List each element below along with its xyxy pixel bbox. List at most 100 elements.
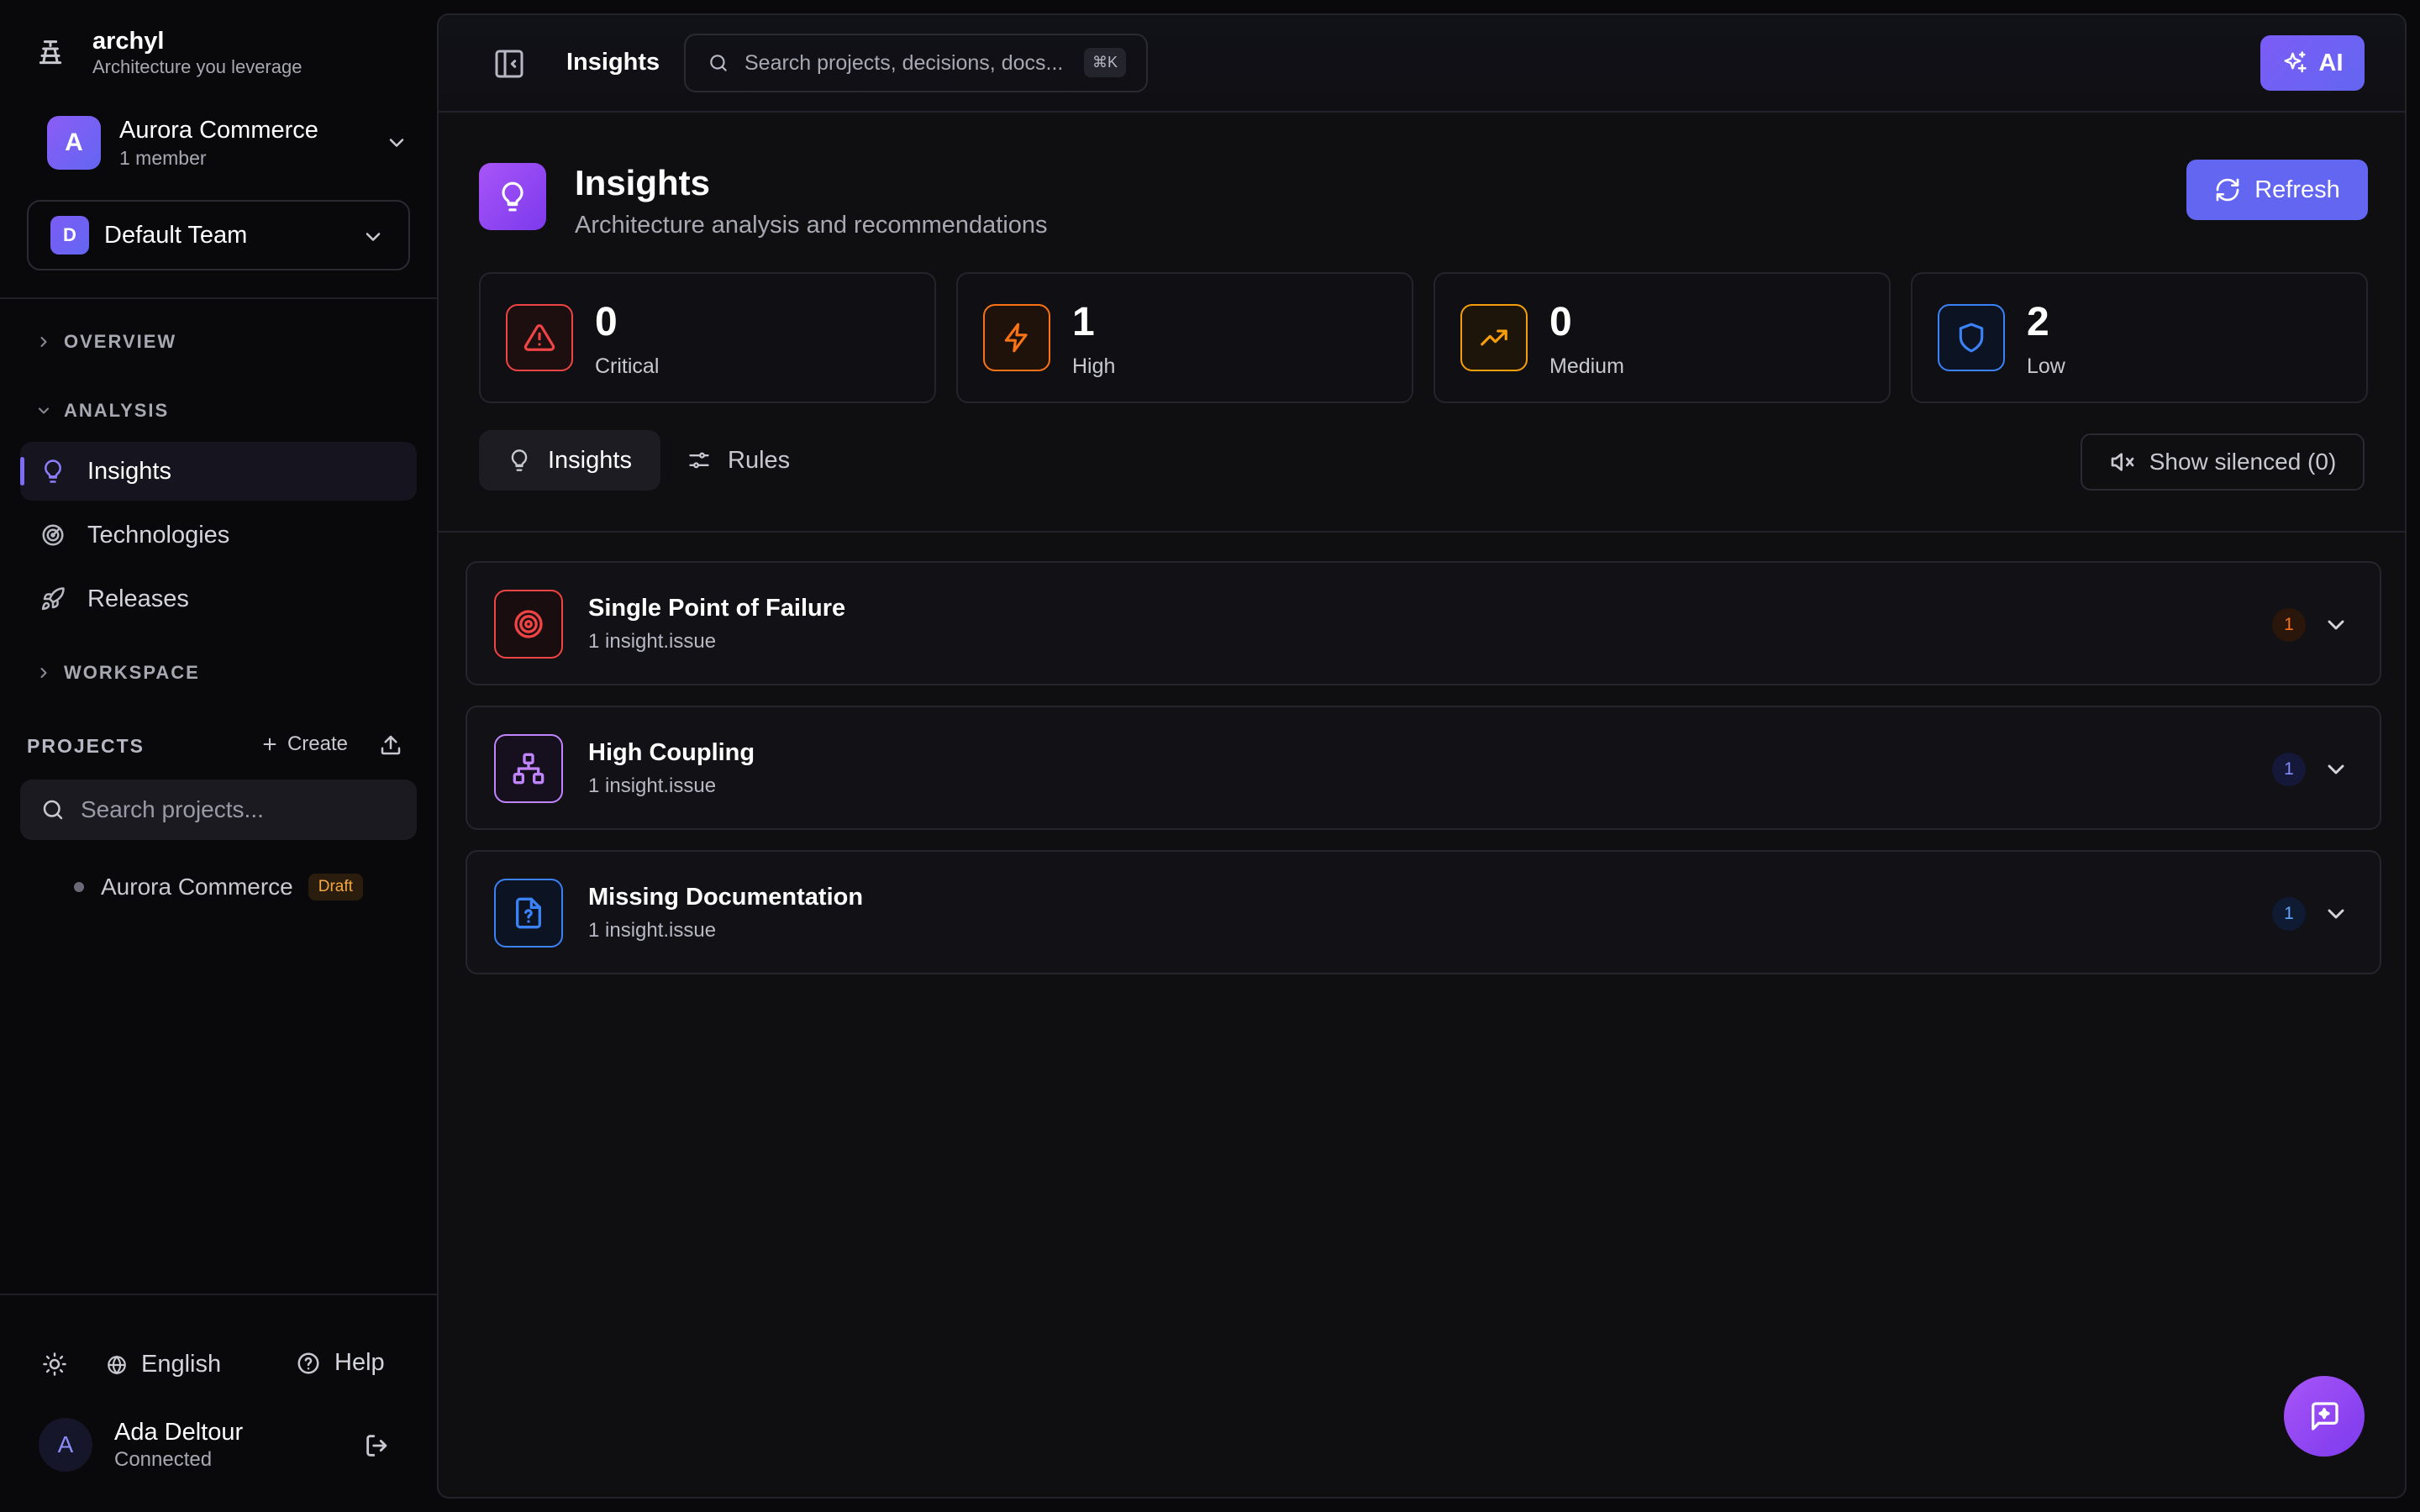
search-shortcut: ⌘K: [1083, 48, 1126, 77]
project-search: [20, 780, 417, 840]
insight-icon-box: [494, 590, 563, 659]
help-circle-icon: [297, 1352, 319, 1373]
project-search-input[interactable]: [81, 796, 400, 823]
projects-header: PROJECTS Create: [27, 729, 410, 763]
refresh-button[interactable]: Refresh: [2186, 160, 2368, 220]
section-overview-label: OVERVIEW: [64, 331, 177, 352]
page-title: Insights: [575, 163, 711, 202]
team-selector[interactable]: D Default Team: [27, 200, 410, 270]
chevron-down-icon[interactable]: [2323, 612, 2349, 638]
sidebar: archyl Architecture you leverage A Auror…: [0, 0, 437, 1512]
team-name: Default Team: [104, 221, 248, 249]
chevron-down-icon: [389, 139, 404, 147]
team-avatar: D: [50, 216, 89, 255]
sidebar-toggle-icon[interactable]: [492, 47, 526, 81]
org-switcher[interactable]: A Aurora Commerce 1 member: [47, 114, 408, 171]
page-icon: [479, 163, 546, 230]
language-label: English: [141, 1351, 222, 1378]
section-overview[interactable]: OVERVIEW: [35, 331, 176, 353]
search-icon: [710, 55, 727, 71]
radar-icon: [42, 524, 64, 546]
ai-button[interactable]: AI: [2260, 35, 2365, 91]
message-sparkle-icon: [2312, 1402, 2338, 1431]
global-search-input[interactable]: [744, 50, 1081, 76]
sidebar-divider: [0, 297, 437, 299]
footer-controls: English Help: [42, 1347, 395, 1381]
stat-icon-box: [1460, 304, 1528, 371]
stat-icon-box: [506, 304, 573, 371]
logout-icon[interactable]: [363, 1431, 392, 1460]
user-avatar: A: [39, 1418, 92, 1472]
sun-icon[interactable]: [42, 1352, 67, 1377]
brand[interactable]: archyl Architecture you leverage: [34, 27, 302, 79]
tab-insights[interactable]: Insights: [479, 430, 660, 491]
help-label: Help: [334, 1349, 385, 1376]
insight-subtitle: 1 insight.issue: [588, 919, 717, 942]
insight-icon-box: [494, 879, 563, 948]
show-silenced-button[interactable]: Show silenced (0): [2081, 433, 2365, 491]
page-header: Insights Architecture analysis and recom…: [479, 160, 2368, 239]
upload-icon[interactable]: [378, 732, 403, 758]
archyl-logo-icon: [39, 40, 62, 65]
project-list-item[interactable]: Aurora Commerce Draft: [74, 874, 363, 900]
insight-title: High Coupling: [588, 739, 755, 766]
sidebar-item-label: Releases: [87, 585, 189, 612]
ai-button-label: AI: [2318, 49, 2344, 76]
plus-icon: [263, 738, 276, 751]
stat-label: High: [1072, 354, 1116, 378]
chevron-down-icon: [366, 233, 381, 241]
org-member-count: 1 member: [119, 147, 207, 169]
user-status: Connected: [114, 1448, 213, 1471]
project-name: Aurora Commerce: [101, 874, 293, 900]
language-selector[interactable]: English: [106, 1351, 221, 1378]
sidebar-item-label: Technologies: [87, 521, 230, 549]
stat-label: Medium: [1549, 354, 1624, 378]
stat-value: 1: [1072, 300, 1095, 344]
sidebar-item-releases[interactable]: Releases: [20, 570, 417, 628]
file-question-icon: [516, 897, 541, 929]
chevron-down-icon: [39, 407, 49, 414]
insight-card-high-coupling[interactable]: High Coupling 1 insight.issue 1: [466, 706, 2381, 830]
insight-count-badge: 1: [2272, 608, 2306, 642]
user-name: Ada Deltour: [114, 1419, 244, 1446]
tab-rules[interactable]: Rules: [659, 430, 818, 491]
globe-icon: [108, 1355, 126, 1374]
insight-card-single-point-of-failure[interactable]: Single Point of Failure 1 insight.issue …: [466, 561, 2381, 685]
breadcrumb: Insights: [566, 49, 660, 76]
sidebar-divider: [0, 1294, 437, 1295]
insight-subtitle: 1 insight.issue: [588, 630, 717, 653]
sparkles-icon: [2284, 51, 2307, 73]
global-search: ⌘K: [684, 34, 1148, 92]
page-subtitle: Architecture analysis and recommendation…: [575, 212, 1048, 239]
trending-up-icon: [1481, 329, 1507, 346]
stat-card-medium: 0 Medium: [1434, 272, 1891, 403]
stat-card-low: 2 Low: [1911, 272, 2368, 403]
insight-card-missing-documentation[interactable]: Missing Documentation 1 insight.issue 1: [466, 850, 2381, 974]
refresh-icon: [2216, 178, 2239, 202]
projects-title: PROJECTS: [27, 734, 145, 757]
help-button[interactable]: Help: [296, 1349, 385, 1377]
chevron-down-icon[interactable]: [2323, 900, 2349, 927]
main-panel: Insights ⌘K AI Insights Architecture ana…: [437, 13, 2407, 1499]
stat-value: 0: [1549, 300, 1572, 344]
section-workspace[interactable]: WORKSPACE: [35, 662, 200, 684]
target-icon: [514, 610, 543, 638]
user-profile: A Ada Deltour Connected: [39, 1411, 400, 1478]
create-project-label: Create: [287, 732, 348, 755]
chat-fab-button[interactable]: [2284, 1376, 2365, 1457]
sidebar-item-technologies[interactable]: Technologies: [20, 506, 417, 564]
chevron-down-icon[interactable]: [2323, 756, 2349, 783]
org-name: Aurora Commerce: [119, 117, 318, 144]
insight-title: Single Point of Failure: [588, 595, 846, 622]
create-project-button[interactable]: Create: [260, 732, 348, 756]
chevron-right-icon: [40, 668, 47, 678]
section-workspace-label: WORKSPACE: [64, 662, 200, 683]
brand-tagline: Architecture you leverage: [92, 56, 302, 77]
stat-value: 2: [2027, 300, 2049, 344]
brand-name: archyl: [92, 28, 165, 55]
section-analysis[interactable]: ANALYSIS: [35, 400, 169, 422]
volume-mute-icon: [2111, 453, 2134, 471]
insight-icon-box: [494, 734, 563, 803]
sidebar-item-insights[interactable]: Insights: [20, 442, 417, 501]
lightbulb-icon: [511, 449, 528, 471]
